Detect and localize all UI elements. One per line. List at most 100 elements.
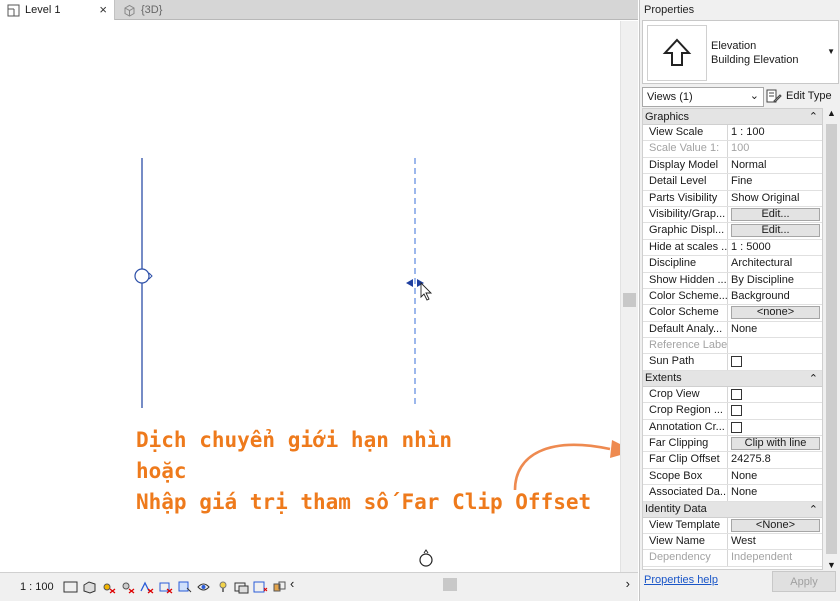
property-checkbox[interactable] bbox=[731, 405, 742, 417]
property-value[interactable]: None bbox=[728, 469, 822, 484]
property-group-header[interactable]: Graphics ⌃ bbox=[643, 109, 822, 125]
property-value[interactable]: 1 : 100 bbox=[728, 125, 822, 140]
property-value[interactable]: None bbox=[728, 322, 822, 337]
property-name: Crop Region ... bbox=[643, 403, 728, 419]
annotation-line-2: hoặc bbox=[136, 459, 187, 483]
property-name: Scale Value 1: bbox=[643, 141, 728, 157]
property-value[interactable]: By Discipline bbox=[728, 273, 822, 288]
property-value[interactable]: West bbox=[728, 534, 822, 549]
view-tab-bar: Level 1 × {3D} bbox=[0, 0, 638, 20]
drawing-view-area: Level 1 × {3D} Dịch chuyển giới hạn nhìn… bbox=[0, 0, 638, 601]
property-value[interactable]: Architectural bbox=[728, 256, 822, 271]
close-tab-icon[interactable]: × bbox=[99, 2, 107, 17]
visual-style-icon[interactable] bbox=[81, 579, 98, 596]
scrollbar-thumb[interactable] bbox=[623, 293, 636, 307]
tab-level-1[interactable]: Level 1 × bbox=[0, 0, 115, 20]
edit-type-button[interactable]: Edit Type bbox=[766, 86, 832, 106]
annotation-line-3: Nhập giá trị tham số Far Clip Offset bbox=[136, 490, 592, 514]
property-value[interactable]: Edit... bbox=[728, 207, 822, 222]
property-group-header[interactable]: Extents ⌃ bbox=[643, 370, 822, 387]
property-value[interactable] bbox=[728, 387, 822, 402]
tab-3d[interactable]: {3D} bbox=[116, 0, 216, 20]
collapse-icon[interactable]: ⌃ bbox=[809, 503, 818, 516]
render-icon[interactable] bbox=[138, 579, 155, 596]
property-name: Color Scheme bbox=[643, 305, 728, 321]
edit-type-icon bbox=[766, 89, 782, 103]
horizontal-scrollbar[interactable]: ‹ › bbox=[290, 576, 630, 592]
scrollbar-thumb[interactable] bbox=[443, 578, 457, 591]
elevation-type-icon bbox=[647, 25, 707, 81]
property-name: Crop View bbox=[643, 386, 728, 403]
properties-help-link[interactable]: Properties help bbox=[644, 574, 718, 586]
temporary-view-properties-icon[interactable] bbox=[233, 579, 250, 596]
property-value[interactable]: Background bbox=[728, 289, 822, 304]
properties-scrollbar[interactable]: ▲ ▼ bbox=[824, 108, 839, 570]
temporary-hide-icon[interactable] bbox=[195, 579, 212, 596]
property-row: Reference Label bbox=[643, 338, 822, 355]
property-value[interactable]: Clip with line bbox=[728, 436, 822, 451]
property-value[interactable]: 1 : 5000 bbox=[728, 240, 822, 255]
property-value[interactable] bbox=[728, 420, 822, 435]
property-value-button[interactable]: <None> bbox=[731, 518, 820, 532]
property-value[interactable]: Edit... bbox=[728, 223, 822, 238]
property-row: Detail Level Fine bbox=[643, 174, 822, 191]
property-name: Display Model bbox=[643, 157, 728, 174]
property-value-button[interactable]: Edit... bbox=[731, 207, 820, 221]
property-name: Detail Level bbox=[643, 174, 728, 190]
property-checkbox[interactable] bbox=[731, 388, 742, 400]
chevron-left-icon[interactable]: ‹ bbox=[290, 576, 294, 591]
property-name: View Template bbox=[643, 517, 728, 533]
property-value-button[interactable]: Edit... bbox=[731, 224, 820, 238]
property-name: Discipline bbox=[643, 256, 728, 272]
apply-button[interactable]: Apply bbox=[772, 571, 836, 592]
scroll-down-icon[interactable]: ▼ bbox=[827, 560, 836, 570]
property-name: Annotation Cr... bbox=[643, 419, 728, 436]
property-checkbox[interactable] bbox=[731, 421, 742, 433]
property-value[interactable] bbox=[728, 403, 822, 418]
show-analytical-icon[interactable] bbox=[252, 579, 269, 596]
highlight-displacement-icon[interactable] bbox=[271, 579, 288, 596]
sun-path-icon[interactable] bbox=[100, 579, 117, 596]
type-selector[interactable]: Elevation Building Elevation ▼ bbox=[642, 20, 839, 84]
property-row: Default Analy... None bbox=[643, 321, 822, 339]
property-value[interactable]: None bbox=[728, 485, 822, 500]
property-value[interactable]: <None> bbox=[728, 518, 822, 533]
property-value: 100 bbox=[731, 142, 750, 155]
property-row: View Scale 1 : 100 bbox=[643, 125, 822, 142]
property-row: Far Clip Offset 24275.8 bbox=[643, 452, 822, 469]
property-value[interactable]: 24275.8 bbox=[728, 452, 822, 467]
reveal-hidden-icon[interactable] bbox=[214, 579, 231, 596]
floor-plan-icon bbox=[6, 3, 20, 17]
scroll-up-icon[interactable]: ▲ bbox=[827, 108, 836, 118]
property-value[interactable]: Normal bbox=[728, 158, 822, 173]
property-value[interactable]: Show Original bbox=[728, 191, 822, 206]
chevron-right-icon[interactable]: › bbox=[626, 576, 630, 591]
property-row: Graphic Displ... Edit... bbox=[643, 223, 822, 240]
property-group-header[interactable]: Identity Data ⌃ bbox=[643, 501, 822, 518]
property-row: Crop Region ... bbox=[643, 403, 822, 420]
property-row: Scale Value 1: 100 bbox=[643, 141, 822, 158]
view-scale-label[interactable]: 1 : 100 bbox=[0, 581, 62, 593]
property-name: Parts Visibility bbox=[643, 190, 728, 206]
property-row: Annotation Cr... bbox=[643, 419, 822, 437]
shadows-icon[interactable] bbox=[119, 579, 136, 596]
dropdown-arrow-icon[interactable]: ▼ bbox=[827, 47, 835, 56]
crop-region-icon[interactable] bbox=[176, 579, 193, 596]
property-value[interactable]: <none> bbox=[728, 305, 822, 320]
property-value[interactable] bbox=[728, 354, 822, 369]
detail-level-icon[interactable] bbox=[62, 579, 79, 596]
vertical-scrollbar[interactable] bbox=[620, 21, 638, 572]
collapse-icon[interactable]: ⌃ bbox=[809, 372, 818, 385]
property-name: Show Hidden ... bbox=[643, 272, 728, 288]
scrollbar-thumb[interactable] bbox=[826, 124, 837, 554]
property-value-button[interactable]: <none> bbox=[731, 306, 820, 320]
property-name: Reference Label bbox=[643, 338, 728, 354]
instance-filter-select[interactable]: Views (1) ⌄ bbox=[642, 87, 764, 107]
property-value[interactable]: Fine bbox=[728, 174, 822, 189]
property-row: Far Clipping Clip with line bbox=[643, 436, 822, 453]
collapse-icon[interactable]: ⌃ bbox=[809, 110, 818, 123]
property-row: Parts Visibility Show Original bbox=[643, 190, 822, 207]
property-value-button[interactable]: Clip with line bbox=[731, 437, 820, 451]
property-checkbox[interactable] bbox=[731, 356, 742, 368]
crop-view-icon[interactable] bbox=[157, 579, 174, 596]
